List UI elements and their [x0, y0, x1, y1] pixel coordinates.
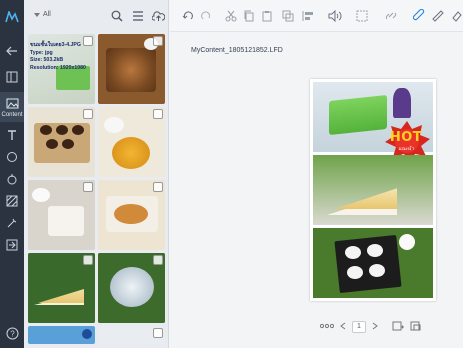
image-type-icon — [83, 182, 93, 192]
help-icon[interactable]: ? — [0, 324, 24, 342]
prev-page-icon[interactable] — [340, 322, 346, 332]
eraser-icon[interactable] — [452, 9, 463, 23]
page-number-field[interactable]: 1 — [352, 321, 366, 333]
align-icon[interactable] — [302, 9, 316, 23]
copy-icon[interactable] — [243, 9, 257, 23]
media-tile-pandan-cake[interactable]: ขนมชั้นใบเตย3-4.JPG Type: jpg Size: 503.… — [28, 34, 95, 104]
upload-icon[interactable] — [151, 9, 166, 23]
back-arrow-icon[interactable] — [0, 42, 24, 60]
app-logo-icon[interactable] — [0, 8, 24, 26]
file-type: Type: jpg — [30, 49, 53, 56]
content-page[interactable]: HOT แนะนำ — [310, 79, 436, 301]
media-tile-golden-dessert[interactable] — [98, 107, 165, 177]
media-tile-cake-slice[interactable] — [28, 253, 95, 323]
redo-icon[interactable] — [200, 9, 214, 23]
editor-toolbar — [170, 0, 463, 32]
canvas-image-coconut-cakes[interactable] — [313, 228, 433, 298]
cut-icon[interactable] — [225, 9, 239, 23]
left-rail: Content ? — [0, 0, 24, 348]
text-icon[interactable] — [0, 126, 24, 144]
filter-dropdown[interactable]: All — [34, 11, 51, 18]
widget-icon[interactable] — [0, 170, 24, 188]
file-resolution: Resolution: 1920x1080 — [30, 64, 86, 71]
media-tile-croissant[interactable] — [98, 180, 165, 250]
image-type-icon — [83, 255, 93, 265]
media-tile-dessert[interactable] — [98, 326, 165, 344]
volume-icon[interactable] — [328, 9, 342, 23]
background-icon[interactable] — [0, 192, 24, 210]
page-navigator: 1 — [319, 320, 422, 334]
media-tile-blue-dessert[interactable] — [98, 253, 165, 323]
grid-icon[interactable] — [356, 9, 370, 23]
next-page-icon[interactable] — [372, 322, 378, 332]
media-tile-coffee[interactable] — [28, 180, 95, 250]
media-tile-video[interactable] — [28, 326, 95, 344]
more-pages-icon[interactable] — [319, 323, 335, 331]
media-tile-chocolate-cookies[interactable] — [28, 107, 95, 177]
import-icon[interactable] — [0, 236, 24, 254]
arrange-icon[interactable] — [282, 9, 296, 23]
hot-text: HOT — [389, 130, 423, 145]
paste-icon[interactable] — [261, 9, 275, 23]
list-view-icon[interactable] — [132, 9, 146, 23]
image-type-icon — [83, 109, 93, 119]
file-name: ขนมชั้นใบเตย3-4.JPG — [30, 42, 81, 48]
file-info: ขนมชั้นใบเตย3-4.JPG Type: jpg Size: 503.… — [30, 42, 86, 72]
image-type-icon — [153, 182, 163, 192]
duplicate-page-icon[interactable] — [410, 321, 422, 333]
canvas-image-cake-slice[interactable] — [313, 155, 433, 225]
ruler-icon[interactable] — [432, 9, 446, 23]
hot-badge[interactable]: HOT แนะนำ — [382, 119, 430, 162]
link-icon[interactable] — [384, 9, 398, 23]
add-page-icon[interactable] — [392, 321, 404, 333]
image-type-icon — [153, 36, 163, 46]
image-type-icon — [83, 36, 93, 46]
image-type-icon — [153, 255, 163, 265]
undo-icon[interactable] — [182, 9, 196, 23]
image-type-icon — [153, 328, 163, 338]
filter-label: All — [43, 11, 51, 18]
svg-text:?: ? — [10, 329, 15, 338]
editor-canvas: MyContent_1805121852.LFD HOT แนะนำ 1 — [170, 32, 463, 348]
file-size: Size: 503.2kB — [30, 57, 64, 64]
layout-icon[interactable] — [0, 68, 24, 86]
search-icon[interactable] — [111, 9, 125, 23]
attach-icon[interactable] — [412, 8, 427, 23]
hot-subtext: แนะนำ — [398, 146, 414, 152]
content-tab-label: Content — [1, 112, 23, 118]
file-name-label: MyContent_1805121852.LFD — [191, 47, 283, 54]
media-tile-nut-cookies[interactable] — [98, 34, 165, 104]
shape-icon[interactable] — [0, 148, 24, 166]
image-type-icon — [153, 109, 163, 119]
chevron-down-icon — [34, 12, 40, 17]
effects-icon[interactable] — [0, 214, 24, 232]
